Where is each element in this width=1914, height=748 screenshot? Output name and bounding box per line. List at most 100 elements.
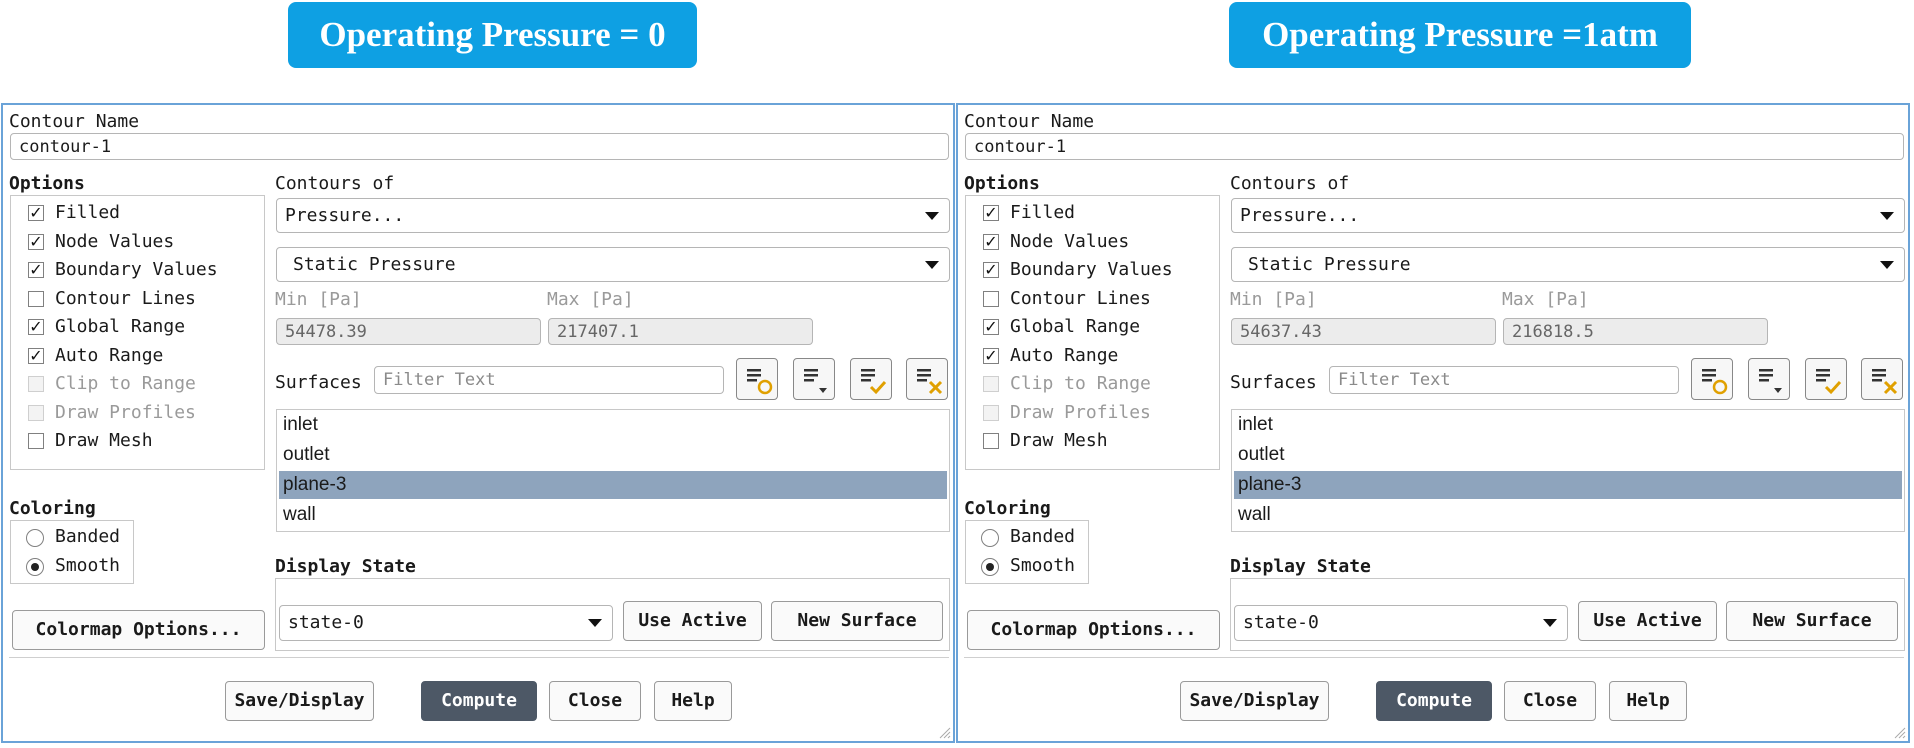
- option-label: Draw Mesh: [1010, 430, 1108, 451]
- contour-name-input[interactable]: contour-1: [965, 133, 1904, 160]
- coloring-radio[interactable]: [26, 529, 44, 547]
- option-checkbox[interactable]: ✓: [983, 319, 999, 335]
- colormap-options-button[interactable]: Colormap Options...: [967, 610, 1220, 650]
- max-value-field: 217407.1: [548, 318, 813, 345]
- option-checkbox[interactable]: ✓: [28, 319, 44, 335]
- coloring-radio[interactable]: [981, 529, 999, 547]
- option-label: Draw Profiles: [55, 401, 196, 423]
- min-label: Min [Pa]: [1230, 289, 1317, 310]
- option-label: Contour Lines: [55, 287, 196, 309]
- contours-dialog-right: Contour Name contour-1 Options ✓ Filled ✓ Node…: [956, 103, 1910, 743]
- contours-sub-dropdown[interactable]: Static Pressure: [1231, 247, 1905, 282]
- surfaces-list-item[interactable]: inlet: [279, 411, 947, 439]
- contours-of-label: Contours of: [1230, 173, 1350, 194]
- contours-sub-value: Static Pressure: [293, 254, 456, 275]
- option-checkbox[interactable]: ✓: [983, 262, 999, 278]
- surfaces-filter-input[interactable]: Filter Text: [374, 366, 724, 394]
- contours-dialog-left: Contour Name contour-1 Options ✓ Filled ✓ Node…: [1, 103, 955, 743]
- max-label: Max [Pa]: [1502, 289, 1589, 310]
- list-options-icon[interactable]: [793, 358, 835, 400]
- select-all-icon[interactable]: [850, 358, 892, 400]
- banner-operating-pressure-0: Operating Pressure = 0: [288, 2, 697, 68]
- save-display-button[interactable]: Save/Display: [1180, 681, 1329, 721]
- option-checkbox[interactable]: ✓: [983, 205, 999, 221]
- option-label: Draw Profiles: [1010, 401, 1151, 423]
- compute-button[interactable]: Compute: [1376, 681, 1492, 721]
- option-label: Auto Range: [55, 344, 164, 366]
- new-surface-button[interactable]: New Surface: [771, 601, 943, 641]
- close-button[interactable]: Close: [549, 681, 641, 721]
- surfaces-list-item[interactable]: outlet: [279, 441, 947, 469]
- option-label: Clip to Range: [55, 373, 196, 394]
- surfaces-list-item[interactable]: plane-3: [1234, 471, 1902, 499]
- contour-name-label: Contour Name: [9, 111, 140, 132]
- help-button[interactable]: Help: [1609, 681, 1687, 721]
- surfaces-list-item[interactable]: wall: [1234, 501, 1902, 529]
- surfaces-list-item[interactable]: outlet: [1234, 441, 1902, 469]
- select-all-icon[interactable]: [1805, 358, 1847, 400]
- contours-of-dropdown[interactable]: Pressure...: [276, 198, 950, 233]
- option-label: Global Range: [1010, 316, 1141, 337]
- chevron-down-icon: [925, 211, 939, 220]
- compute-button[interactable]: Compute: [421, 681, 537, 721]
- option-checkbox[interactable]: ✓: [28, 233, 44, 250]
- option-label: Node Values: [55, 230, 175, 252]
- coloring-radio[interactable]: [981, 558, 999, 576]
- option-label: Filled: [1010, 202, 1076, 223]
- deselect-all-icon[interactable]: [906, 358, 948, 400]
- chevron-down-icon: [1880, 260, 1894, 269]
- option-label: Global Range: [55, 316, 186, 337]
- close-button[interactable]: Close: [1504, 681, 1596, 721]
- contours-sub-dropdown[interactable]: Static Pressure: [276, 247, 950, 282]
- option-label: Boundary Values: [1010, 259, 1173, 280]
- deselect-all-icon[interactable]: [1861, 358, 1903, 400]
- contour-name-input[interactable]: contour-1: [10, 133, 949, 160]
- footer-separator: [964, 657, 1904, 658]
- coloring-label: Coloring: [964, 498, 1051, 519]
- coloring-radio[interactable]: [26, 558, 44, 576]
- surfaces-label: Surfaces: [275, 372, 362, 393]
- coloring-option-label: Smooth: [1010, 555, 1076, 576]
- option-label: Draw Mesh: [55, 430, 153, 451]
- save-display-button[interactable]: Save/Display: [225, 681, 374, 721]
- max-label: Max [Pa]: [547, 289, 634, 310]
- contours-of-value: Pressure...: [285, 205, 405, 226]
- help-button[interactable]: Help: [654, 681, 732, 721]
- contours-of-dropdown[interactable]: Pressure...: [1231, 198, 1905, 233]
- banner-operating-pressure-1atm: Operating Pressure =1atm: [1229, 2, 1691, 68]
- chevron-down-icon: [925, 260, 939, 269]
- select-surface-icon[interactable]: [736, 358, 778, 400]
- use-active-button[interactable]: Use Active: [623, 601, 762, 641]
- option-checkbox[interactable]: ✓: [28, 262, 44, 278]
- resize-grip-icon[interactable]: [937, 725, 951, 739]
- coloring-option-label: Banded: [55, 526, 121, 547]
- min-value-field: 54478.39: [276, 318, 541, 345]
- options-label: Options: [964, 173, 1040, 194]
- contours-of-label: Contours of: [275, 173, 395, 194]
- resize-grip-icon[interactable]: [1892, 725, 1906, 739]
- option-checkbox[interactable]: ✓: [28, 205, 44, 221]
- option-checkbox[interactable]: [983, 290, 999, 307]
- option-checkbox[interactable]: [983, 433, 999, 449]
- option-checkbox: [983, 376, 999, 392]
- option-checkbox[interactable]: ✓: [983, 347, 999, 364]
- colormap-options-button[interactable]: Colormap Options...: [12, 610, 265, 650]
- new-surface-button[interactable]: New Surface: [1726, 601, 1898, 641]
- option-checkbox[interactable]: ✓: [28, 347, 44, 364]
- contours-of-value: Pressure...: [1240, 205, 1360, 226]
- surfaces-list-item[interactable]: plane-3: [279, 471, 947, 499]
- surfaces-list-item[interactable]: inlet: [1234, 411, 1902, 439]
- select-surface-icon[interactable]: [1691, 358, 1733, 400]
- surfaces-filter-input[interactable]: Filter Text: [1329, 366, 1679, 394]
- option-label: Clip to Range: [1010, 373, 1151, 394]
- option-checkbox: [983, 404, 999, 421]
- surfaces-list-item[interactable]: wall: [279, 501, 947, 529]
- use-active-button[interactable]: Use Active: [1578, 601, 1717, 641]
- option-checkbox[interactable]: [28, 433, 44, 449]
- list-options-icon[interactable]: [1748, 358, 1790, 400]
- option-checkbox: [28, 376, 44, 392]
- option-checkbox: [28, 404, 44, 421]
- option-checkbox[interactable]: [28, 290, 44, 307]
- option-checkbox[interactable]: ✓: [983, 233, 999, 250]
- contour-name-label: Contour Name: [964, 111, 1095, 132]
